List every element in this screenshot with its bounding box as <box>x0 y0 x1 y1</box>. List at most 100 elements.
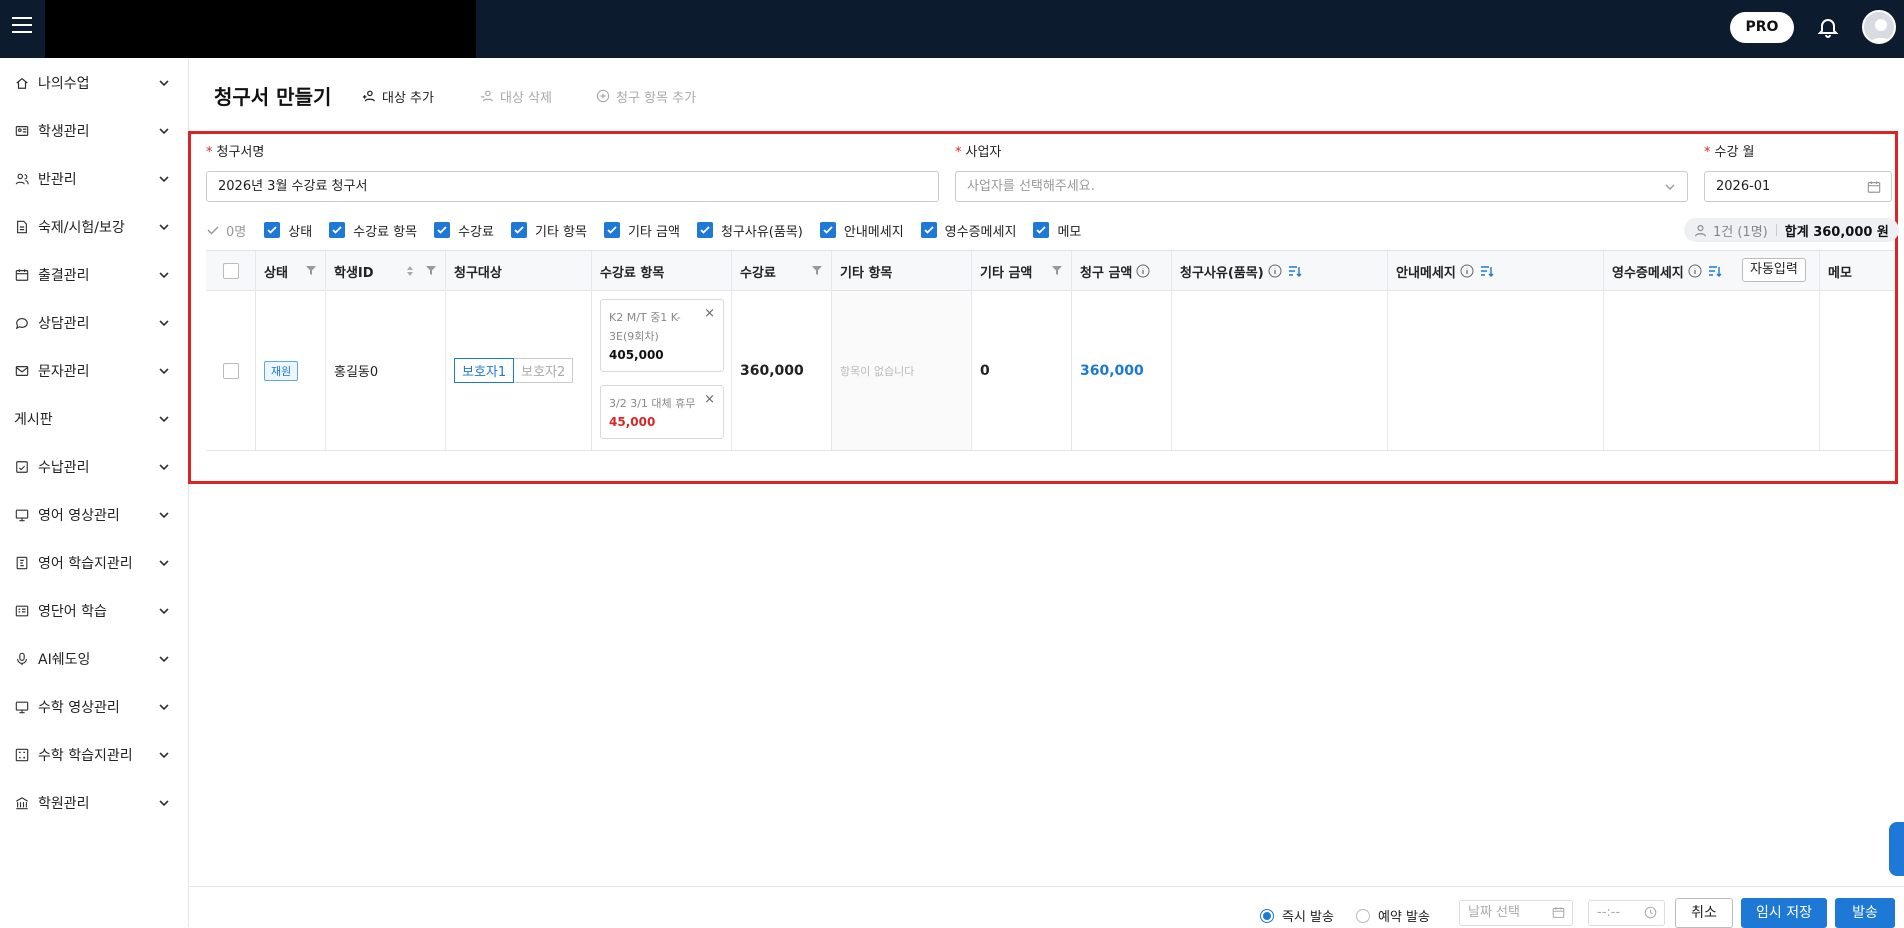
column-memo[interactable]: 메모 <box>1820 251 1894 291</box>
sort-list-icon[interactable] <box>1708 264 1722 278</box>
toggle-memo[interactable]: 메모 <box>1033 221 1081 240</box>
column-other-amount[interactable]: 기타 금액 <box>972 251 1072 291</box>
sidebar-item-messages[interactable]: 문자관리 <box>0 351 189 391</box>
menu-icon[interactable] <box>12 17 32 37</box>
checkbox-checked[interactable] <box>920 222 937 238</box>
sidebar-item-my-class[interactable]: 나의수업 <box>0 63 189 103</box>
month-picker[interactable]: 2026-01 <box>1704 171 1892 202</box>
floating-help-widget[interactable] <box>1889 822 1904 876</box>
bill-name-input[interactable]: 2026년 3월 수강료 청구서 <box>206 171 939 202</box>
info-icon[interactable] <box>1460 264 1474 278</box>
checkbox-checked[interactable] <box>1033 222 1050 238</box>
filter-icon[interactable] <box>811 264 823 276</box>
column-fee-items[interactable]: 수강료 항목 <box>592 251 732 291</box>
cancel-button[interactable]: 취소 <box>1675 898 1733 928</box>
add-bill-item-button[interactable]: 청구 항목 추가 <box>596 86 696 106</box>
home-icon <box>14 75 30 91</box>
column-other-items[interactable]: 기타 항목 <box>832 251 972 291</box>
sort-icon[interactable] <box>405 265 415 277</box>
checkbox-checked[interactable] <box>603 222 620 238</box>
chat-icon <box>14 315 30 331</box>
sort-list-icon[interactable] <box>1480 264 1494 278</box>
temp-save-button[interactable]: 임시 저장 <box>1741 898 1827 928</box>
cell-reason[interactable] <box>1172 291 1388 451</box>
toggle-fee[interactable]: 수강료 <box>434 221 494 240</box>
column-student-id[interactable]: 학생ID <box>326 251 446 291</box>
sidebar-item-english-worksheet[interactable]: 영어 학습지관리 <box>0 543 189 583</box>
sidebar-item-ai-shadowing[interactable]: AI쉐도잉 <box>0 639 189 679</box>
column-notice[interactable]: 안내메세지 <box>1388 251 1604 291</box>
sidebar-item-attendance[interactable]: 출결관리 <box>0 255 189 295</box>
row-checkbox[interactable] <box>222 362 239 379</box>
sidebar-item-math-worksheet[interactable]: 수학 학습지관리 <box>0 735 189 775</box>
page-title: 청구서 만들기 <box>214 85 332 109</box>
cell-memo[interactable] <box>1820 291 1894 451</box>
id-card-icon <box>14 123 30 139</box>
toggle-fee-items[interactable]: 수강료 항목 <box>329 221 417 240</box>
radio-unselected[interactable] <box>1356 908 1370 923</box>
checkbox-checked[interactable] <box>510 222 527 238</box>
bell-icon[interactable] <box>1816 15 1840 39</box>
microphone-icon <box>14 651 30 667</box>
checkbox-checked[interactable] <box>819 222 836 238</box>
sidebar-item-academy[interactable]: 학원관리 <box>0 783 189 823</box>
sidebar-item-students[interactable]: 학생관리 <box>0 111 189 151</box>
sidebar-item-homework[interactable]: 숙제/시험/보강 <box>0 207 189 247</box>
filter-icon[interactable] <box>1051 264 1063 276</box>
toggle-status[interactable]: 상태 <box>264 221 312 240</box>
toggle-receipt[interactable]: 영수증메세지 <box>920 221 1016 240</box>
column-bill-amount[interactable]: 청구 금액 <box>1072 251 1172 291</box>
send-reserve-radio[interactable]: 예약 발송 <box>1356 906 1430 925</box>
sidebar-item-label: AI쉐도잉 <box>38 652 91 668</box>
sidebar-item-classes[interactable]: 반관리 <box>0 159 189 199</box>
auto-input-button[interactable]: 자동입력 <box>1742 258 1806 282</box>
info-icon[interactable] <box>1688 264 1702 278</box>
business-select[interactable]: 사업자를 선택해주세요. <box>955 171 1688 202</box>
sidebar-item-math-video[interactable]: 수학 영상관리 <box>0 687 189 727</box>
send-button[interactable]: 발송 <box>1835 898 1895 928</box>
sidebar-item-board[interactable]: 게시판 <box>0 399 189 439</box>
chevron-down-icon <box>159 560 169 567</box>
add-target-button[interactable]: 대상 추가 <box>362 86 434 106</box>
column-status[interactable]: 상태 <box>256 251 326 291</box>
radio-selected[interactable] <box>1260 908 1274 923</box>
fee-item-name: K2 M/T 중1 K-3E(9회차) <box>609 311 681 343</box>
guardian-2-button[interactable]: 보호자2 <box>514 358 574 383</box>
toggle-other-amount[interactable]: 기타 금액 <box>603 221 680 240</box>
info-icon[interactable] <box>1268 264 1282 278</box>
chevron-down-icon <box>159 272 169 279</box>
filter-icon[interactable] <box>305 264 317 276</box>
date-picker[interactable]: 날짜 선택 <box>1459 900 1573 926</box>
sidebar-item-payments[interactable]: 수납관리 <box>0 447 189 487</box>
checkbox-checked[interactable] <box>434 222 451 238</box>
close-icon[interactable]: × <box>704 390 715 409</box>
toggle-notice[interactable]: 안내메세지 <box>819 221 904 240</box>
pro-badge[interactable]: PRO <box>1730 12 1794 43</box>
row-select-cell <box>206 291 256 451</box>
avatar[interactable] <box>1862 10 1896 44</box>
select-all-checkbox[interactable] <box>222 263 239 279</box>
column-fee[interactable]: 수강료 <box>732 251 832 291</box>
sidebar-item-label: 영어 영상관리 <box>38 508 120 524</box>
column-target[interactable]: 청구대상 <box>446 251 592 291</box>
cell-receipt[interactable] <box>1604 291 1820 451</box>
toggle-other-items[interactable]: 기타 항목 <box>510 221 587 240</box>
checkbox-checked[interactable] <box>329 222 346 238</box>
filter-icon[interactable] <box>425 264 437 276</box>
sort-list-icon[interactable] <box>1288 264 1302 278</box>
guardian-1-button[interactable]: 보호자1 <box>454 358 515 383</box>
sidebar-item-vocab[interactable]: 영단어 학습 <box>0 591 189 631</box>
sidebar-item-counseling[interactable]: 상담관리 <box>0 303 189 343</box>
cell-notice[interactable] <box>1388 291 1604 451</box>
sidebar-item-english-video[interactable]: 영어 영상관리 <box>0 495 189 535</box>
checkbox-checked[interactable] <box>264 222 281 238</box>
delete-target-button[interactable]: 대상 삭제 <box>480 86 552 106</box>
time-picker[interactable]: --:-- <box>1588 900 1665 926</box>
column-reason[interactable]: 청구사유(품목) <box>1172 251 1388 291</box>
document-icon <box>14 219 30 235</box>
toggle-reason[interactable]: 청구사유(품목) <box>696 221 803 240</box>
checkbox-checked[interactable] <box>696 222 713 238</box>
info-icon[interactable] <box>1136 264 1150 278</box>
send-now-radio[interactable]: 즉시 발송 <box>1260 906 1334 925</box>
close-icon[interactable]: × <box>704 304 715 323</box>
